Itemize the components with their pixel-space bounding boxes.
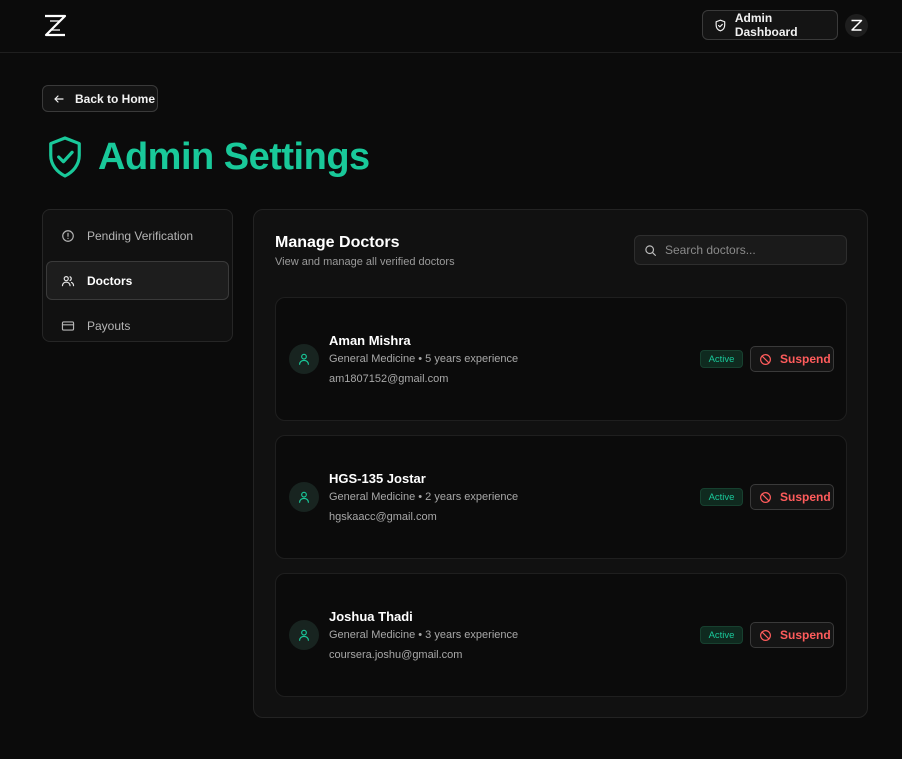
back-to-home-label: Back to Home [75,91,156,106]
ban-icon [760,629,771,641]
alert-circle-icon [62,229,74,242]
sidebar-item-pending-verification[interactable]: Pending Verification [46,216,229,255]
doctor-card: Aman Mishra General Medicine • 5 years e… [275,297,847,421]
user-icon [299,629,309,641]
status-badge: Active [700,626,743,644]
suspend-label: Suspend [780,628,831,642]
doctor-card: Joshua Thadi General Medicine • 3 years … [275,573,847,697]
sidebar-item-label: Payouts [87,318,131,333]
shield-check-icon [49,136,81,178]
doctor-name: HGS-135 Jostar [329,471,426,486]
page-title: Admin Settings [98,135,370,178]
doctor-email: coursera.joshu@gmail.com [329,649,463,661]
admin-dashboard-label: Admin Dashboard [734,11,798,39]
user-avatar-button[interactable] [845,14,868,37]
credit-card-icon [61,320,75,331]
status-badge: Active [700,350,743,368]
page-header: Admin Settings [46,134,370,180]
suspend-button[interactable]: Suspend [750,622,834,648]
search-box [634,235,847,265]
sidebar-item-payouts[interactable]: Payouts [46,306,229,345]
doctor-avatar [289,482,319,512]
arrow-left-icon [54,94,64,103]
doctor-email: am1807152@gmail.com [329,373,449,385]
suspend-button[interactable]: Suspend [750,484,834,510]
users-icon [61,275,75,286]
panel-subtitle: View and manage all verified doctors [275,256,455,268]
doctor-avatar [289,344,319,374]
ban-icon [760,491,771,503]
brand-logo-small-icon [851,19,863,31]
brand-logo-icon[interactable] [42,13,68,39]
shield-icon [715,19,726,31]
manage-doctors-panel: Manage Doctors View and manage all verif… [253,209,868,718]
ban-icon [760,353,771,365]
doctor-card: HGS-135 Jostar General Medicine • 2 year… [275,435,847,559]
suspend-label: Suspend [780,490,831,504]
user-icon [299,353,309,365]
doctor-specialty: General Medicine • 3 years experience [329,629,519,641]
doctor-avatar [289,620,319,650]
sidebar-item-label: Pending Verification [87,228,194,243]
search-input[interactable] [665,243,835,257]
top-navbar: Admin Dashboard [0,0,902,53]
back-to-home-button[interactable]: Back to Home [42,85,158,112]
search-icon [645,244,656,256]
status-badge: Active [700,488,743,506]
doctor-name: Aman Mishra [329,333,411,348]
doctor-specialty: General Medicine • 2 years experience [329,491,519,503]
panel-title: Manage Doctors [275,234,400,251]
settings-sidebar: Pending Verification Doctors Payouts [42,209,233,342]
user-icon [299,491,309,503]
suspend-button[interactable]: Suspend [750,346,834,372]
doctor-email: hgskaacc@gmail.com [329,511,437,523]
doctor-name: Joshua Thadi [329,609,413,624]
admin-dashboard-button[interactable]: Admin Dashboard [702,10,838,40]
sidebar-item-doctors[interactable]: Doctors [46,261,229,300]
sidebar-item-label: Doctors [87,273,133,288]
doctor-specialty: General Medicine • 5 years experience [329,353,519,365]
suspend-label: Suspend [780,352,831,366]
